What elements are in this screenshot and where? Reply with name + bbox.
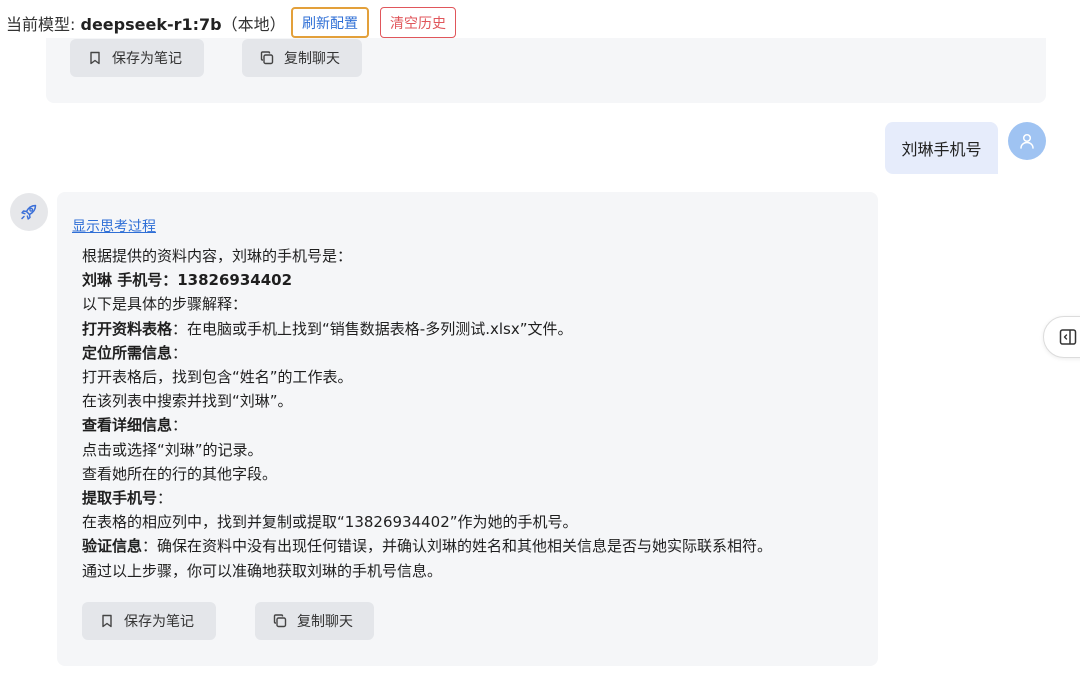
answer-line: 以下是具体的步骤解释： — [82, 292, 872, 316]
copy-icon — [273, 614, 287, 628]
answer-line-text: ：确保在资料中没有出现任何错误，并确认刘琳的姓名和其他相关信息是否与她实际联系相… — [142, 537, 773, 556]
answer-line-text: ： — [157, 489, 173, 508]
model-suffix: （本地） — [221, 15, 286, 34]
answer-line-text: 根据提供的资料内容，刘琳的手机号是： — [82, 247, 353, 265]
answer-line-bold: 查看详细信息 — [82, 416, 173, 435]
answer-line: 点击或选择“刘琳”的记录。 — [82, 438, 872, 462]
answer-line-bold: 刘琳 手机号：13826934402 — [82, 271, 293, 290]
answer-line-text: 打开表格后，找到包含“姓名”的工作表。 — [82, 368, 353, 387]
user-message-text: 刘琳手机号 — [901, 140, 982, 159]
copy-icon — [260, 51, 274, 65]
user-message-bubble: 刘琳手机号 — [885, 122, 998, 174]
answer-line: 在该列表中搜索并找到“刘琳”。 — [82, 389, 872, 413]
show-thinking-link[interactable]: 显示思考过程 — [72, 216, 156, 236]
answer-line-text: ：在电脑或手机上找到“销售数据表格-多列测试.xlsx”文件。 — [172, 319, 573, 338]
save-note-label: 保存为笔记 — [112, 51, 182, 67]
save-note-button[interactable]: 保存为笔记 — [82, 602, 216, 640]
answer-line-text: 点击或选择“刘琳”的记录。 — [82, 440, 263, 459]
rocket-icon — [21, 204, 37, 220]
copy-chat-button[interactable]: 复制聊天 — [255, 602, 374, 640]
answer-line-text: ： — [172, 343, 188, 362]
current-model-label: 当前模型: deepseek-r1:7b（本地） — [6, 11, 286, 35]
answer-line-bold: 验证信息 — [82, 537, 143, 556]
answer-line-text: 查看她所在的行的其他字段。 — [82, 464, 278, 483]
model-name: deepseek-r1:7b — [80, 15, 222, 34]
model-prefix: 当前模型: — [6, 15, 81, 34]
save-note-button[interactable]: 保存为笔记 — [70, 39, 204, 77]
answer-line: 验证信息：确保在资料中没有出现任何错误，并确认刘琳的姓名和其他相关信息是否与她实… — [82, 534, 872, 558]
answer-line-text: ： — [172, 416, 188, 435]
answer-line-bold: 提取手机号 — [82, 489, 158, 508]
answer-line: 根据提供的资料内容，刘琳的手机号是： — [82, 244, 872, 268]
bot-message-card: 显示思考过程 根据提供的资料内容，刘琳的手机号是： 刘琳 手机号：13826934… — [57, 192, 878, 666]
clear-history-button[interactable]: 清空历史 — [380, 7, 456, 38]
answer-line-text: 在表格的相应列中，找到并复制或提取“13826934402”作为她的手机号。 — [82, 513, 578, 532]
answer-line: 查看她所在的行的其他字段。 — [82, 462, 872, 486]
answer-line: 在表格的相应列中，找到并复制或提取“13826934402”作为她的手机号。 — [82, 510, 872, 534]
user-avatar — [1008, 122, 1046, 160]
copy-chat-label: 复制聊天 — [297, 614, 353, 630]
bookmark-icon — [102, 614, 112, 628]
answer-line-text: 在该列表中搜索并找到“刘琳”。 — [82, 392, 293, 411]
bot-avatar — [10, 193, 48, 231]
answer-line: 提取手机号： — [82, 486, 872, 510]
answer-line-text: 通过以上步骤，你可以准确地获取刘琳的手机号信息。 — [82, 561, 443, 580]
user-icon — [1020, 133, 1034, 149]
answer-line: 定位所需信息： — [82, 341, 872, 365]
bookmark-icon — [90, 51, 100, 65]
answer-line: 打开表格后，找到包含“姓名”的工作表。 — [82, 365, 872, 389]
sidebar-toggle-button[interactable] — [1043, 316, 1080, 358]
answer-line: 打开资料表格：在电脑或手机上找到“销售数据表格-多列测试.xlsx”文件。 — [82, 317, 872, 341]
answer-line-bold: 打开资料表格 — [82, 319, 173, 338]
copy-chat-label: 复制聊天 — [284, 51, 340, 67]
answer-line: 查看详细信息： — [82, 413, 872, 437]
answer-content: 根据提供的资料内容，刘琳的手机号是： 刘琳 手机号：13826934402 以下是具… — [82, 244, 872, 583]
answer-line: 通过以上步骤，你可以准确地获取刘琳的手机号信息。 — [82, 559, 872, 583]
answer-line-text: 以下是具体的步骤解释： — [82, 295, 248, 314]
answer-line: 刘琳 手机号：13826934402 — [82, 268, 872, 292]
copy-chat-button[interactable]: 复制聊天 — [242, 39, 362, 77]
answer-line-bold: 定位所需信息 — [82, 343, 173, 362]
refresh-config-button[interactable]: 刷新配置 — [291, 7, 369, 38]
save-note-label: 保存为笔记 — [124, 614, 194, 630]
top-bar: 当前模型: deepseek-r1:7b（本地） — [0, 7, 286, 39]
sidebar-toggle-icon — [1059, 329, 1077, 345]
previous-message-card: 保存为笔记 复制聊天 — [46, 38, 1046, 103]
